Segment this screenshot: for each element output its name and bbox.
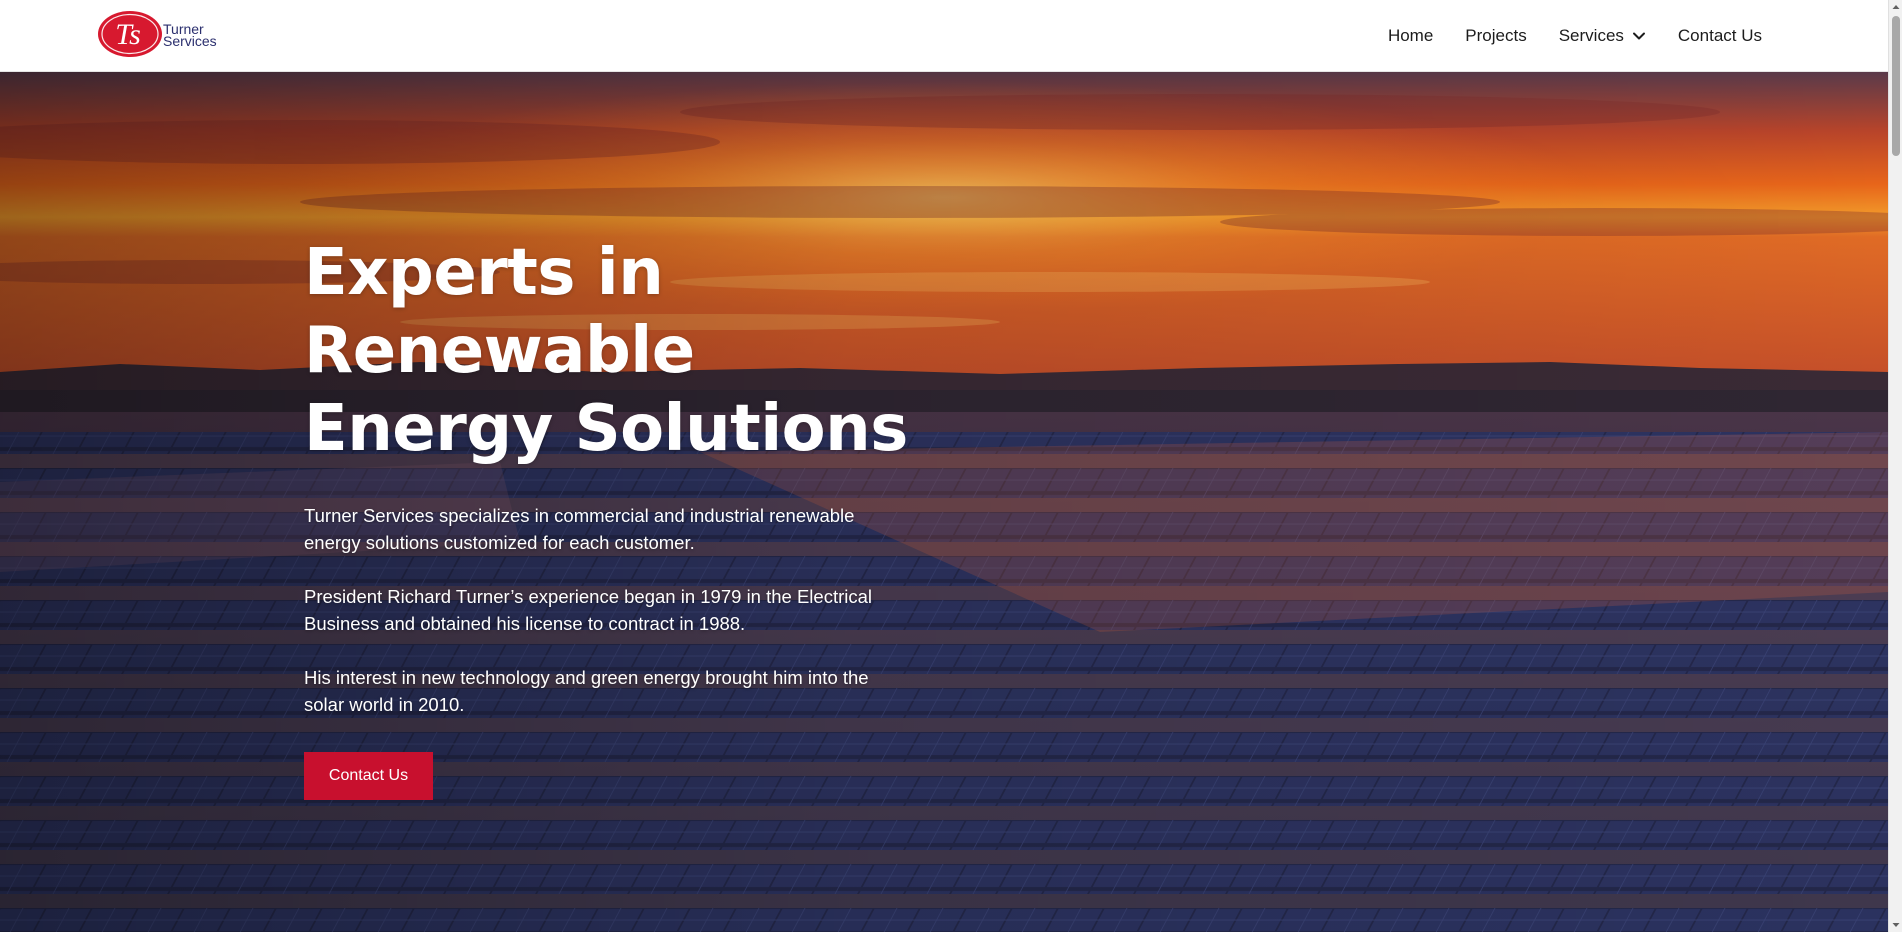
site-header: Ts Turner Services Home Projects Service… [0,0,1888,72]
nav-services-label: Services [1558,26,1624,45]
hero-section: Experts in Renewable Energy Solutions Tu… [0,72,1888,932]
logo-badge-icon: Ts [98,11,162,57]
hero-title: Experts in Renewable Energy Solutions [304,234,924,468]
chevron-down-icon [1632,32,1645,40]
nav-contact-us[interactable]: Contact Us [1678,26,1762,46]
hero-paragraph-history: President Richard Turner’s experience be… [304,586,873,634]
nav-projects-label: Projects [1465,26,1527,45]
hero-content: Experts in Renewable Energy Solutions Tu… [304,234,908,800]
logo-monogram: Ts [115,18,141,51]
hero-title-line-1: Experts in [304,236,664,310]
page-scrollbar[interactable] [1888,0,1902,932]
nav-projects[interactable]: Projects [1465,26,1526,46]
hero-title-line-3: Energy Solutions [304,392,908,466]
contact-us-button[interactable]: Contact Us [304,752,433,800]
logo-line-2: Services [163,33,217,49]
main-nav: Home Projects Services Contact Us [1388,0,1762,72]
nav-home[interactable]: Home [1388,26,1433,46]
logo-wordmark: Turner Services [163,22,217,49]
hero-paragraph-solar: His interest in new technology and green… [304,667,869,715]
logo-link[interactable]: Ts Turner Services [97,10,217,58]
hero-title-line-2: Renewable [304,314,695,388]
scrollbar-thumb[interactable] [1892,16,1900,156]
scroll-down-arrow-icon[interactable] [1889,918,1902,932]
nav-services-dropdown[interactable]: Services [1559,26,1646,46]
hero-paragraph-intro: Turner Services specializes in commercia… [304,505,855,553]
nav-contact-us-label: Contact Us [1677,26,1762,45]
hero-background-image [0,72,1888,932]
scroll-up-arrow-icon[interactable] [1889,0,1902,14]
nav-home-label: Home [1387,26,1434,45]
